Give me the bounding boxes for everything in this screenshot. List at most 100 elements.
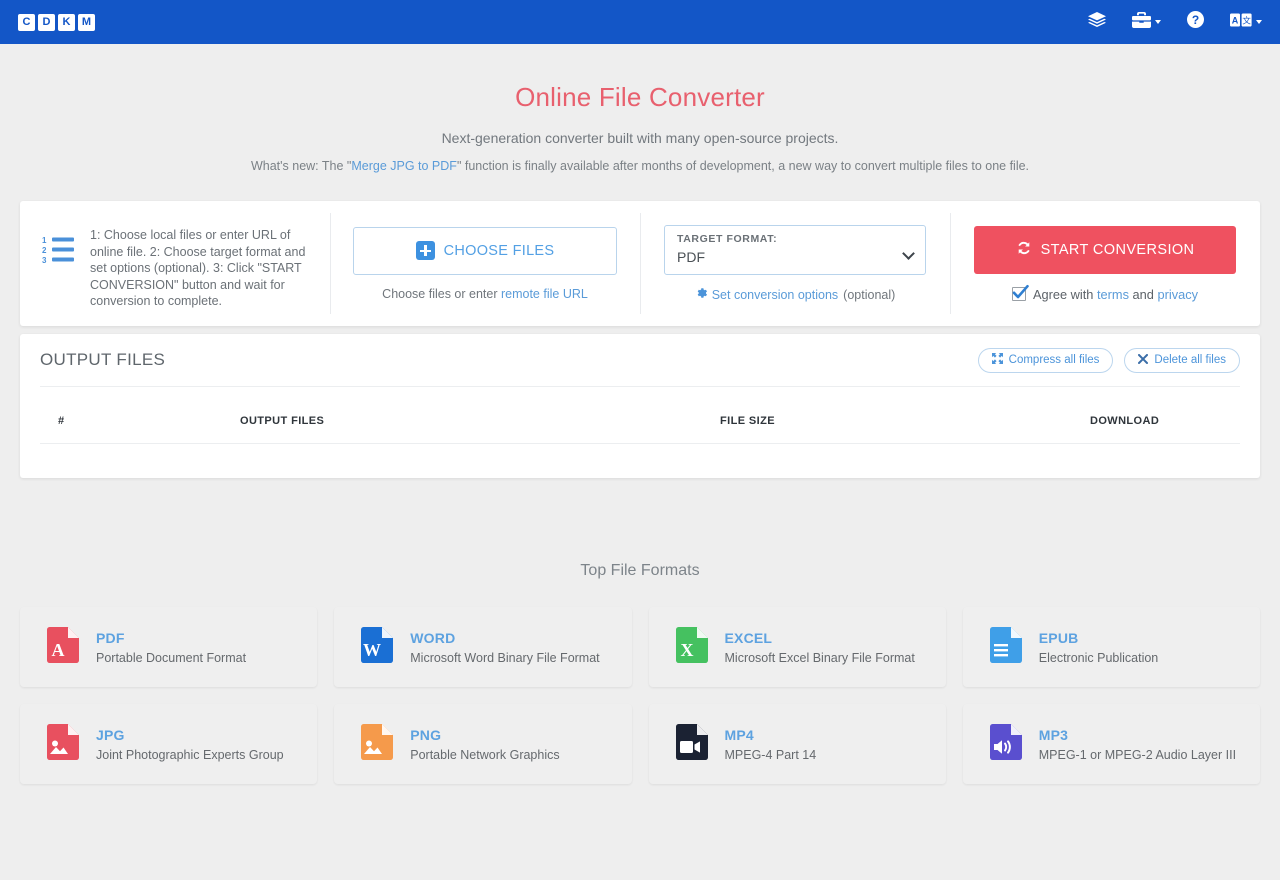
format-description: Joint Photographic Experts Group bbox=[96, 747, 284, 762]
format-card-epub[interactable]: EPUB Electronic Publication bbox=[962, 607, 1260, 687]
agree-checkbox[interactable] bbox=[1011, 284, 1029, 301]
output-files-title: OUTPUT FILES bbox=[40, 350, 166, 369]
svg-text:W: W bbox=[363, 640, 381, 660]
delete-all-files-button[interactable]: Delete all files bbox=[1124, 347, 1240, 373]
delete-all-files-label: Delete all files bbox=[1154, 354, 1226, 366]
format-description: MPEG-1 or MPEG-2 Audio Layer III bbox=[1038, 747, 1237, 762]
format-card-word[interactable]: W WORD Microsoft Word Binary File Format bbox=[334, 607, 632, 687]
set-conversion-options-link[interactable]: Set conversion options bbox=[712, 288, 838, 302]
start-conversion-label: START CONVERSION bbox=[1040, 241, 1195, 258]
format-name: MP3 bbox=[1038, 726, 1069, 743]
privacy-link[interactable]: privacy bbox=[1157, 287, 1198, 302]
language-icon: A 文 bbox=[1230, 13, 1252, 32]
logo-letter-m: M bbox=[78, 13, 95, 31]
nav-language-menu[interactable]: A 文 bbox=[1230, 13, 1262, 32]
top-file-formats-title: Top File Formats bbox=[580, 562, 700, 579]
remote-file-url-link[interactable]: remote file URL bbox=[501, 287, 588, 301]
table-header-row: # OUTPUT FILES FILE SIZE DOWNLOAD bbox=[40, 387, 1240, 444]
format-name: PDF bbox=[96, 629, 125, 646]
jpg-file-icon bbox=[47, 723, 79, 765]
choose-files-column: CHOOSE FILES Choose files or enter remot… bbox=[330, 201, 640, 326]
compress-all-files-button[interactable]: Compress all files bbox=[977, 347, 1114, 373]
nav-layers-button[interactable] bbox=[1088, 11, 1106, 33]
format-description: Electronic Publication bbox=[1038, 650, 1159, 665]
target-format-select[interactable]: TARGET FORMAT: PDF bbox=[664, 225, 926, 275]
whats-new-prefix: What's new: The " bbox=[250, 159, 352, 173]
page-title: Online File Converter bbox=[515, 82, 765, 112]
hero-section: Online File Converter Next-generation co… bbox=[0, 44, 1280, 173]
start-conversion-button[interactable]: START CONVERSION bbox=[974, 225, 1236, 274]
format-name: EXCEL bbox=[724, 629, 773, 646]
terms-link[interactable]: terms bbox=[1097, 287, 1129, 302]
choose-files-note: Choose files or enter remote file URL bbox=[382, 287, 588, 301]
toolbox-icon bbox=[1132, 11, 1151, 33]
merge-jpg-to-pdf-link[interactable]: Merge JPG to PDF bbox=[351, 159, 457, 173]
start-conversion-column: START CONVERSION Agree with terms and pr… bbox=[950, 201, 1260, 326]
whats-new-line: What's new: The "Merge JPG to PDF" funct… bbox=[0, 159, 1280, 173]
format-description: Microsoft Excel Binary File Format bbox=[724, 650, 915, 665]
format-description: Portable Network Graphics bbox=[410, 747, 560, 762]
word-file-icon: W bbox=[361, 626, 394, 668]
svg-text:1: 1 bbox=[42, 236, 47, 245]
format-name: JPG bbox=[96, 726, 125, 743]
chevron-down-icon bbox=[1256, 20, 1262, 24]
column-header-filename: OUTPUT FILES bbox=[240, 387, 720, 444]
logo-letter-d: D bbox=[38, 13, 55, 31]
ordered-list-icon: 1 2 3 bbox=[42, 235, 76, 270]
format-name: WORD bbox=[410, 629, 456, 646]
conversion-options-row: Set conversion options (optional) bbox=[695, 287, 896, 302]
compress-all-files-label: Compress all files bbox=[1008, 354, 1100, 366]
whats-new-suffix: " function is finally available after mo… bbox=[456, 159, 1030, 173]
svg-text:?: ? bbox=[1192, 13, 1199, 27]
svg-text:A: A bbox=[52, 640, 65, 660]
nav-help-button[interactable]: ? bbox=[1187, 11, 1204, 33]
format-card-png[interactable]: PNG Portable Network Graphics bbox=[334, 704, 632, 784]
converter-panel: 1 2 3 1: Choose local files or enter URL… bbox=[20, 201, 1260, 326]
format-name: EPUB bbox=[1038, 629, 1079, 646]
format-card-excel[interactable]: X EXCEL Microsoft Excel Binary File Format bbox=[648, 607, 946, 687]
target-format-column: TARGET FORMAT: PDF Set conversion option… bbox=[640, 201, 950, 326]
choose-files-button[interactable]: CHOOSE FILES bbox=[353, 226, 617, 275]
plus-icon bbox=[415, 241, 435, 260]
close-icon bbox=[1138, 353, 1149, 367]
instructions-column: 1 2 3 1: Choose local files or enter URL… bbox=[20, 201, 330, 326]
navbar-actions: ? A 文 bbox=[1088, 11, 1262, 33]
svg-text:2: 2 bbox=[42, 246, 47, 255]
mp4-file-icon bbox=[675, 723, 708, 765]
format-description: Microsoft Word Binary File Format bbox=[410, 650, 600, 665]
nav-tools-menu[interactable] bbox=[1132, 11, 1161, 33]
gear-icon bbox=[695, 287, 707, 302]
compress-icon bbox=[991, 353, 1003, 367]
output-files-actions: Compress all files Delete all files bbox=[977, 347, 1240, 373]
format-card-pdf[interactable]: A PDF Portable Document Format bbox=[20, 607, 318, 687]
logo-letter-c: C bbox=[18, 13, 35, 31]
agree-prefix: Agree with bbox=[1032, 286, 1097, 302]
format-card-mp4[interactable]: MP4 MPEG-4 Part 14 bbox=[648, 704, 946, 784]
output-files-table: # OUTPUT FILES FILE SIZE DOWNLOAD bbox=[40, 387, 1240, 444]
target-format-label: TARGET FORMAT: bbox=[677, 233, 778, 245]
column-header-filesize: FILE SIZE bbox=[720, 387, 1090, 444]
excel-file-icon: X bbox=[675, 626, 708, 668]
site-logo[interactable]: C D K M bbox=[18, 13, 95, 31]
svg-text:文: 文 bbox=[1242, 15, 1251, 26]
logo-letter-k: K bbox=[58, 13, 75, 31]
format-card-mp3[interactable]: MP3 MPEG-1 or MPEG-2 Audio Layer III bbox=[962, 704, 1260, 784]
pdf-file-icon: A bbox=[47, 626, 79, 668]
format-name: PNG bbox=[410, 726, 442, 743]
choose-files-note-prefix: Choose files or enter bbox=[382, 286, 501, 301]
agree-text: Agree with terms and privacy bbox=[1033, 287, 1198, 302]
format-name: MP4 bbox=[724, 726, 754, 743]
epub-file-icon bbox=[989, 626, 1022, 668]
column-header-download: DOWNLOAD bbox=[1090, 387, 1240, 444]
agree-and: and bbox=[1129, 286, 1158, 302]
layers-icon bbox=[1088, 11, 1106, 33]
top-navbar: C D K M ? A 文 bbox=[0, 0, 1280, 44]
output-files-panel: OUTPUT FILES Compress all files Delete a… bbox=[20, 334, 1260, 478]
column-header-index: # bbox=[40, 387, 240, 444]
svg-text:3: 3 bbox=[42, 256, 47, 265]
format-description: MPEG-4 Part 14 bbox=[724, 747, 817, 762]
format-card-jpg[interactable]: JPG Joint Photographic Experts Group bbox=[20, 704, 318, 784]
svg-text:A: A bbox=[1232, 15, 1239, 25]
refresh-icon bbox=[1016, 240, 1032, 260]
conversion-options-optional: (optional) bbox=[843, 287, 896, 302]
